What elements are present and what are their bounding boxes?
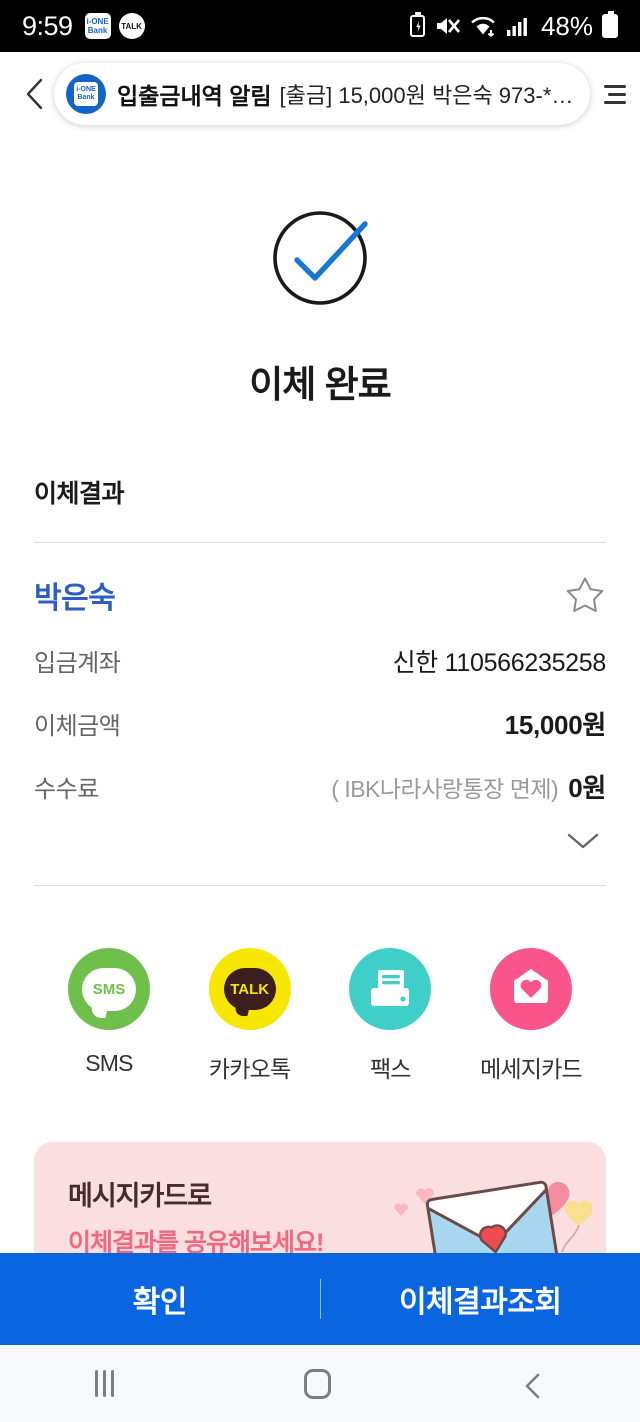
- message-card-icon[interactable]: [489, 948, 572, 1030]
- star-outline-icon[interactable]: [564, 573, 606, 615]
- page-title: 이체 완료: [249, 364, 391, 405]
- transfer-result-section: 이체결과 박은숙 입금계좌 신한 110566235258 이체금액 15,00…: [0, 474, 640, 886]
- payee-name: 박은숙: [34, 582, 116, 615]
- view-transfer-result-button[interactable]: 이체결과조회: [321, 1277, 640, 1321]
- check-circle-icon: [265, 202, 375, 312]
- share-label-kakaotalk: 카카오톡: [208, 1056, 291, 1082]
- sms-icon[interactable]: SMS: [68, 948, 150, 1030]
- row-label: 수수료: [34, 776, 99, 803]
- divider: [34, 542, 606, 543]
- fax-icon[interactable]: [349, 948, 432, 1030]
- battery-percent: 48%: [540, 10, 593, 41]
- notification-title: 입출금내역 알림: [117, 83, 272, 109]
- table-row: 이체금액 15,000원: [34, 705, 606, 742]
- share-option-message-card[interactable]: 메세지카드: [480, 948, 583, 1084]
- row-value: 신한 110566235258: [392, 649, 607, 677]
- notification-body: [출금] 15,000원 박은숙 973-***...: [279, 83, 576, 108]
- confirm-button[interactable]: 확인: [0, 1277, 320, 1321]
- status-bar: 9:59 i-ONE Bank TALK 48%: [0, 0, 640, 52]
- back-icon[interactable]: [521, 1372, 545, 1398]
- table-row: 입금계좌 신한 110566235258: [34, 643, 606, 679]
- android-nav-bar: [0, 1345, 640, 1422]
- row-value: 15,000원: [504, 710, 607, 740]
- battery-icon: [602, 11, 618, 38]
- mute-icon: [436, 18, 460, 34]
- status-right-icons: 48%: [409, 10, 618, 42]
- row-note: ( IBK나라사랑통장 면제): [331, 776, 559, 802]
- ione-bank-status-icon: i-ONE Bank: [84, 13, 111, 39]
- kakaotalk-status-icon: TALK: [118, 13, 145, 39]
- wifi-icon: [471, 16, 495, 37]
- chevron-down-icon[interactable]: [566, 831, 600, 851]
- row-label: 이체금액: [34, 713, 121, 740]
- share-label-fax: 팩스: [369, 1056, 412, 1082]
- expand-details-row[interactable]: [34, 831, 606, 851]
- payee-row: 박은숙: [34, 573, 606, 617]
- divider: [34, 885, 606, 886]
- back-chevron-icon[interactable]: [22, 77, 48, 111]
- recents-icon[interactable]: [95, 1370, 114, 1397]
- sms-glyph: SMS: [92, 980, 126, 998]
- home-icon[interactable]: [304, 1368, 331, 1399]
- hamburger-menu-icon[interactable]: [592, 84, 626, 104]
- share-option-fax[interactable]: 팩스: [339, 948, 441, 1084]
- share-options: SMS SMS TALK 카카오톡 팩스 메세지카드: [0, 948, 640, 1084]
- talk-glyph: TALK: [230, 980, 270, 998]
- notification-pill[interactable]: i-ONE Bank 입출금내역 알림 [출금] 15,000원 박은숙 973-…: [54, 63, 590, 125]
- section-heading: 이체결과: [34, 480, 125, 508]
- status-clock: 9:59: [22, 10, 73, 41]
- kakaotalk-icon[interactable]: TALK: [208, 948, 291, 1030]
- share-option-sms[interactable]: SMS SMS: [58, 948, 160, 1084]
- battery-saver-icon: [409, 12, 425, 37]
- status-app-icons: i-ONE Bank TALK: [84, 13, 145, 39]
- app-screen: 9:59 i-ONE Bank TALK 48% i-ONE Bank 입출금내…: [0, 0, 640, 1422]
- share-label-message-card: 메세지카드: [480, 1056, 583, 1082]
- notification-bar[interactable]: i-ONE Bank 입출금내역 알림 [출금] 15,000원 박은숙 973-…: [0, 52, 640, 136]
- share-option-kakaotalk[interactable]: TALK 카카오톡: [199, 948, 301, 1084]
- table-row: 수수료 ( IBK나라사랑통장 면제) 0원: [34, 768, 606, 805]
- signal-icon: [506, 18, 527, 36]
- promo-line-1: 메시지카드로: [68, 1180, 212, 1211]
- row-label: 입금계좌: [34, 650, 121, 677]
- transfer-complete-hero: 이체 완료: [0, 136, 640, 408]
- row-value: 0원: [568, 773, 606, 803]
- ione-bank-app-icon: i-ONE Bank: [66, 74, 106, 114]
- bottom-action-bar: 확인 이체결과조회: [0, 1253, 640, 1345]
- share-label-sms: SMS: [85, 1050, 133, 1076]
